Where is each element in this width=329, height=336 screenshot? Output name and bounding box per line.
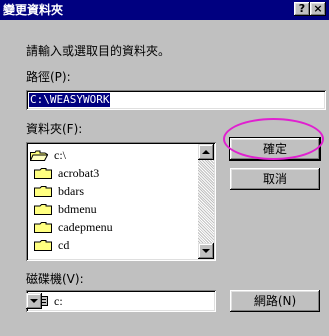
- folder-scrollbar[interactable]: [198, 144, 214, 259]
- drive-select[interactable]: c:: [26, 290, 216, 312]
- window-title: 變更資料夾: [3, 3, 64, 17]
- drive-value: c:: [54, 294, 63, 308]
- folder-icon: [34, 186, 52, 197]
- network-button[interactable]: 網路(N): [230, 290, 320, 312]
- drives-label: 磁碟機(V):: [26, 272, 84, 286]
- drive-dropdown-button[interactable]: [26, 293, 42, 309]
- folder-name: bdmenu: [58, 202, 97, 216]
- arrow-down-icon: [202, 249, 210, 253]
- instruction-text: 請輸入或選取目的資料夾。: [26, 44, 171, 58]
- close-button[interactable]: ×: [310, 2, 326, 16]
- folder-name: acrobat3: [58, 166, 100, 180]
- folder-icon: [34, 168, 52, 179]
- path-field[interactable]: C:\WEASYWORK: [26, 90, 326, 110]
- folder-icon: [34, 204, 52, 215]
- open-folder-icon: [30, 150, 48, 161]
- title-bar[interactable]: 變更資料夾 ? ×: [0, 0, 329, 20]
- arrow-up-icon: [202, 150, 210, 154]
- cancel-button[interactable]: 取消: [230, 168, 320, 190]
- folder-name: cd: [58, 238, 70, 252]
- folder-list[interactable]: c:\ acrobat3 bdars bdmenu cadepmenu cd: [26, 142, 216, 261]
- folder-icon: [34, 240, 52, 251]
- path-selected-text[interactable]: C:\WEASYWORK: [29, 93, 111, 107]
- chevron-down-icon: [30, 299, 38, 303]
- scroll-track[interactable]: [198, 160, 214, 243]
- folder-name: cadepmenu: [58, 220, 113, 234]
- change-folder-dialog: 變更資料夾 ? × 請輸入或選取目的資料夾。 路徑(P): C:\WEASYWO…: [0, 0, 329, 336]
- scroll-up-button[interactable]: [198, 144, 214, 160]
- folder-icon: [34, 222, 52, 233]
- folders-label: 資料夾(F):: [26, 122, 83, 136]
- help-button[interactable]: ?: [294, 2, 310, 16]
- folder-name: c:\: [54, 148, 66, 162]
- ok-button[interactable]: 確定: [230, 138, 320, 160]
- path-label: 路徑(P):: [26, 70, 71, 84]
- folder-name: bdars: [58, 184, 84, 198]
- scroll-down-button[interactable]: [198, 243, 214, 259]
